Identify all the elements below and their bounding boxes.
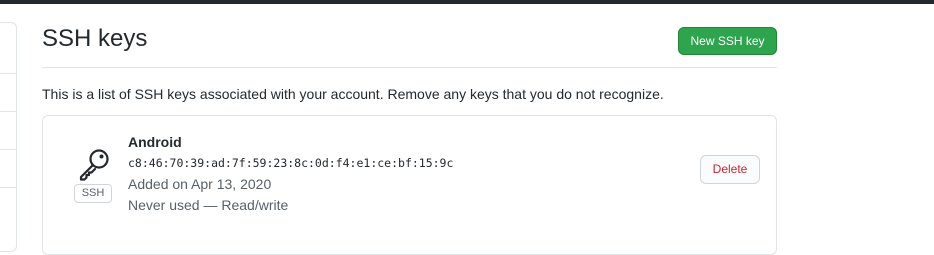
key-added-date: Added on Apr 13, 2020 bbox=[128, 176, 272, 192]
sidebar-divider bbox=[0, 187, 17, 188]
settings-sidebar bbox=[0, 22, 17, 252]
key-usage-status: Never used — Read/write bbox=[128, 197, 289, 213]
key-icon bbox=[79, 149, 109, 181]
key-title: Android bbox=[128, 134, 182, 150]
ssh-badge: SSH bbox=[74, 184, 112, 203]
key-fingerprint: c8:46:70:39:ad:7f:59:23:8c:0d:f4:e1:ce:b… bbox=[128, 156, 454, 170]
top-header-bar bbox=[0, 0, 934, 4]
page-title: SSH keys bbox=[42, 25, 148, 52]
sidebar-divider bbox=[0, 149, 17, 150]
new-ssh-key-button[interactable]: New SSH key bbox=[678, 27, 777, 55]
title-divider bbox=[42, 67, 777, 68]
sidebar-divider bbox=[0, 111, 17, 112]
intro-text: This is a list of SSH keys associated wi… bbox=[42, 86, 664, 102]
delete-key-button[interactable]: Delete bbox=[700, 155, 760, 184]
sidebar-divider bbox=[0, 73, 17, 74]
